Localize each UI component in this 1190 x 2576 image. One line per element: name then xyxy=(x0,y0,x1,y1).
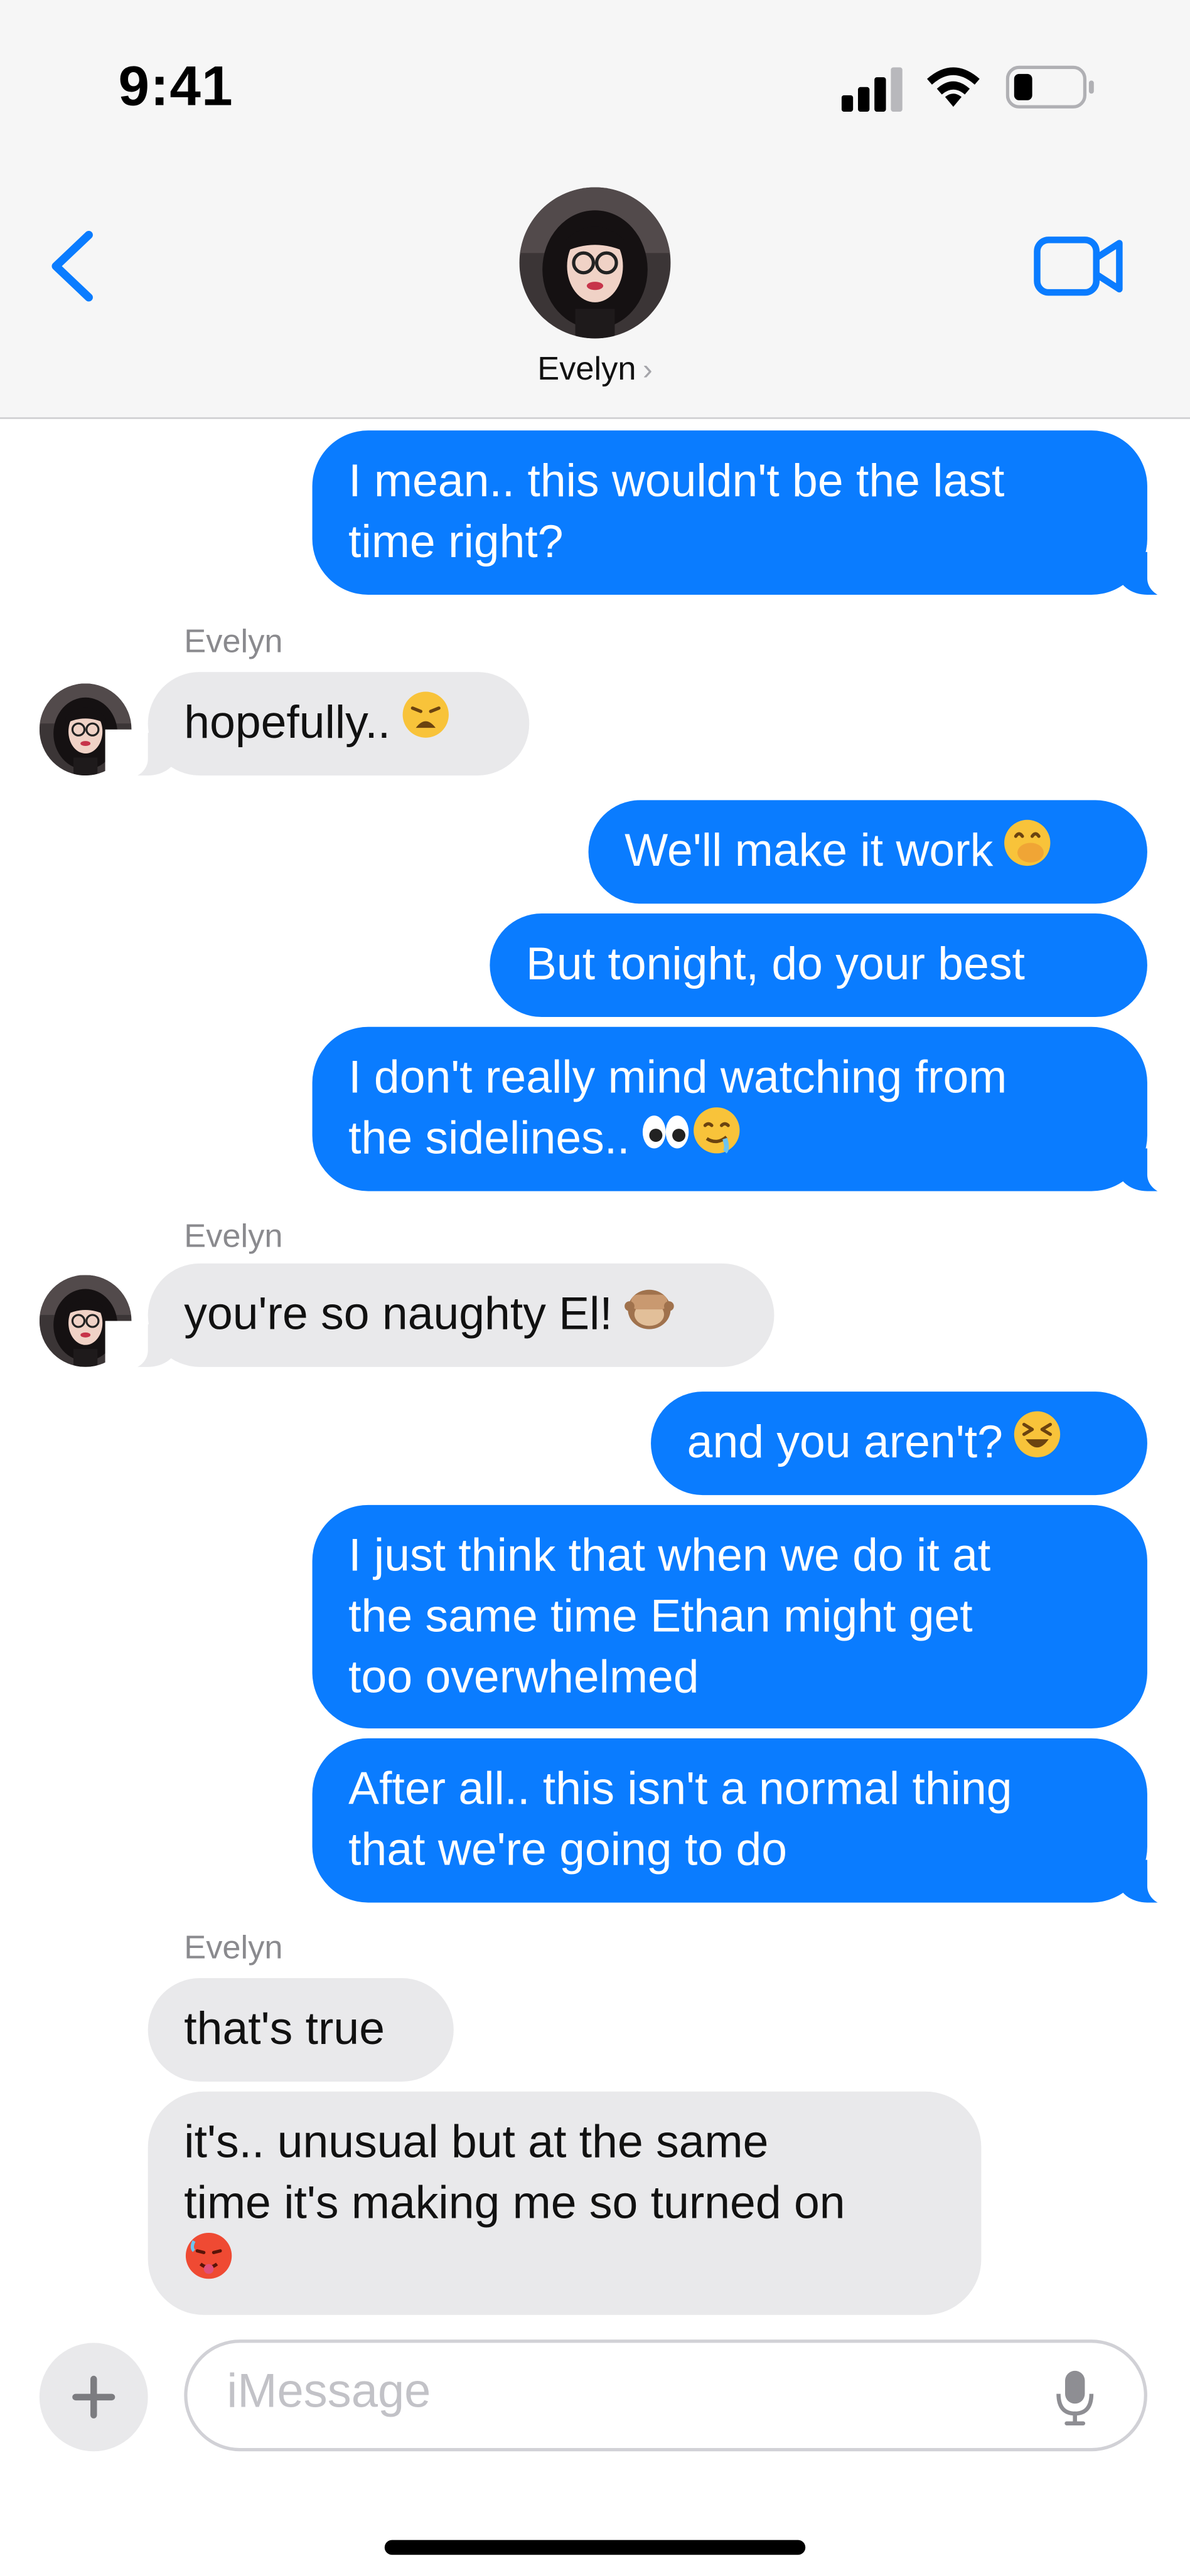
outgoing-message[interactable]: and you aren't? xyxy=(651,1392,1147,1496)
incoming-message[interactable]: you're so naughty El! xyxy=(105,1263,775,1371)
message-line: I just think that when we do it at xyxy=(348,1530,991,1581)
conversation-header: 9:41 Evelyn › xyxy=(0,0,1190,419)
plus-icon xyxy=(72,2375,115,2419)
wifi-icon xyxy=(927,67,980,107)
message-line: it's.. unusual but at the same xyxy=(184,2116,769,2168)
message-text: We'll make it work xyxy=(624,824,994,876)
signal-icon xyxy=(841,67,903,112)
message-line: time right? xyxy=(348,516,564,567)
facetime-video-button[interactable] xyxy=(1032,233,1128,299)
message-text: you're so naughty El! xyxy=(184,1288,613,1339)
back-chevron-icon xyxy=(51,230,93,302)
battery-icon xyxy=(1005,65,1094,109)
message-line: I mean.. this wouldn't be the last xyxy=(348,455,1005,506)
messages-screen: 9:41 Evelyn › I mean.. this wouldn't be … xyxy=(0,0,1190,2576)
back-button[interactable] xyxy=(43,226,109,306)
hand-over-mouth-face-icon xyxy=(1003,818,1053,882)
sender-name: Evelyn xyxy=(184,624,283,661)
outgoing-message[interactable]: I mean.. this wouldn't be the last time … xyxy=(312,430,1190,599)
message-text: hopefully.. xyxy=(184,696,391,748)
outgoing-message[interactable]: But tonight, do your best xyxy=(490,913,1147,1018)
outgoing-message[interactable]: We'll make it work xyxy=(588,800,1147,904)
status-time: 9:41 xyxy=(118,56,234,119)
incoming-message[interactable]: it's.. unusual but at the same time it's… xyxy=(147,2091,982,2315)
incoming-message[interactable]: that's true xyxy=(147,1978,454,2082)
microphone-icon[interactable] xyxy=(1055,2368,1095,2427)
contact-name: Evelyn xyxy=(537,351,636,388)
outgoing-message[interactable]: After all.. this isn't a normal thing th… xyxy=(312,1738,1190,1906)
message-input[interactable]: iMessage xyxy=(184,2339,1147,2452)
message-text: and you aren't? xyxy=(687,1416,1003,1467)
video-camera-icon xyxy=(1034,237,1123,296)
message-line: that we're going to do xyxy=(348,1823,788,1875)
sender-name: Evelyn xyxy=(184,1219,283,1255)
chevron-right-icon: › xyxy=(642,353,653,386)
eyes-icon xyxy=(640,1107,692,1168)
outgoing-message[interactable]: I just think that when we do it at the s… xyxy=(312,1504,1147,1728)
message-text: that's true xyxy=(184,2003,385,2054)
grinning-squinting-face-icon xyxy=(1013,1410,1063,1474)
contact-name-button[interactable]: Evelyn › xyxy=(0,351,1190,389)
incoming-message[interactable]: hopefully.. xyxy=(105,672,530,779)
weary-face-icon xyxy=(400,690,450,754)
message-line: too overwhelmed xyxy=(348,1651,699,1703)
hot-face-icon xyxy=(184,2232,233,2296)
message-input-placeholder: iMessage xyxy=(227,2366,431,2419)
drooling-face-icon xyxy=(692,1106,742,1170)
message-line: After all.. this isn't a normal thing xyxy=(348,1762,1012,1814)
message-text: But tonight, do your best xyxy=(526,938,1025,989)
see-no-evil-monkey-icon xyxy=(623,1282,675,1346)
contact-avatar[interactable] xyxy=(520,188,671,339)
outgoing-message[interactable]: I don't really mind watching from the si… xyxy=(312,1026,1190,1195)
message-line: I don't really mind watching from xyxy=(348,1051,1007,1103)
compose-bar: iMessage xyxy=(0,2319,1190,2576)
sender-name: Evelyn xyxy=(184,1930,283,1967)
plus-button[interactable] xyxy=(39,2343,148,2452)
home-indicator[interactable] xyxy=(384,2540,806,2555)
message-line: the same time Ethan might get xyxy=(348,1590,973,1642)
message-line: the sidelines.. xyxy=(348,1112,630,1164)
message-line: time it's making me so turned on xyxy=(184,2176,845,2228)
